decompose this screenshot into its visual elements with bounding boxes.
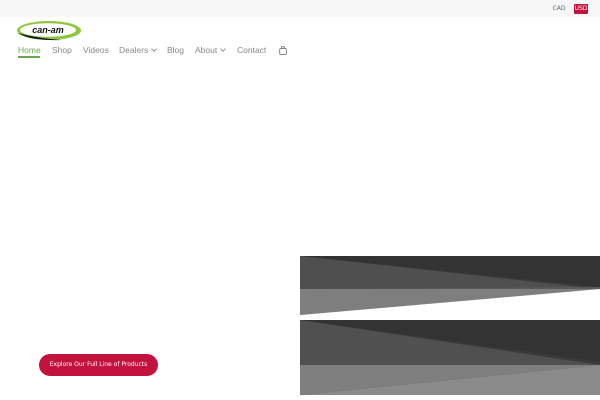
nav-videos[interactable]: Videos xyxy=(83,44,109,56)
nav-home[interactable]: Home xyxy=(18,44,41,56)
currency-usd-button[interactable]: USD xyxy=(574,4,588,14)
nav-contact[interactable]: Contact xyxy=(237,44,266,56)
nav-blog[interactable]: Blog xyxy=(167,44,184,56)
chevron-down-icon xyxy=(220,46,227,52)
nav-dealers[interactable]: Dealers xyxy=(119,44,158,56)
shopping-bag-icon[interactable] xyxy=(279,46,287,55)
explore-products-button[interactable]: Explore Our Full Line of Products xyxy=(39,354,158,376)
nav-about-label: About xyxy=(195,45,218,55)
svg-text:can-am: can-am xyxy=(32,25,64,35)
nav-shop[interactable]: Shop xyxy=(52,44,72,56)
nav-active-underline xyxy=(18,56,40,58)
currency-cad-link[interactable]: CAD xyxy=(548,4,570,14)
slider-placeholder-graphic-2 xyxy=(300,320,600,395)
nav-dealers-label: Dealers xyxy=(119,45,149,55)
canam-logo[interactable]: can-am xyxy=(16,20,82,41)
main-nav: Home Shop Videos Dealers Blog About Cont… xyxy=(0,44,600,58)
top-bar: CAD USD xyxy=(0,0,600,17)
nav-about[interactable]: About xyxy=(195,44,227,56)
slider-placeholder-graphic xyxy=(300,256,600,315)
chevron-down-icon xyxy=(151,46,158,52)
